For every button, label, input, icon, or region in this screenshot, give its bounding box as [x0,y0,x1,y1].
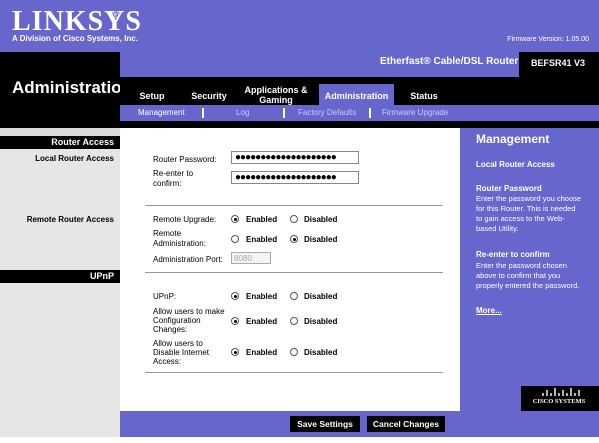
firmware-version: Firmware Version: 1.05.00 [507,36,589,43]
tab-administration[interactable]: Administration [319,91,394,101]
reenter-label-line2: confirm: [153,179,182,188]
subtab-factory-defaults[interactable]: Factory Defaults [298,108,356,117]
allow-config-enabled-radio[interactable] [231,317,239,325]
page-title: Administration [12,78,132,97]
page-bottom [0,437,599,443]
divider [145,205,443,206]
router-password-input[interactable]: ●●●●●●●●●●●●●●●●●●●● [231,151,359,164]
upnp-label: UPnP: [153,292,177,301]
allow-config-label-line3: Changes: [153,325,188,334]
remote-admin-enabled-radio[interactable] [231,235,239,243]
reenter-label-line1: Re-enter to [153,169,194,178]
tab-applications-gaming[interactable]: Applications & Gaming [243,85,309,105]
remote-admin-label-line1: Remote [153,229,182,238]
cancel-changes-button[interactable]: Cancel Changes [367,416,445,432]
help-router-password-title: Router Password [476,184,542,193]
subtab-separator [283,108,285,118]
allow-disable-label-line2: Disable Internet [153,348,210,357]
upnp-enabled-radio[interactable] [231,292,239,300]
subtab-firmware-upgrade[interactable]: Firmware Upgrade [382,108,448,117]
subtab-separator [202,108,204,118]
help-text-line: for this Router. This is needed [476,204,576,213]
enabled-label: Enabled [246,317,278,326]
save-settings-button[interactable]: Save Settings [290,416,360,432]
divider-band [0,121,599,128]
subtab-separator [369,108,371,118]
allow-disable-disabled-radio[interactable] [290,348,298,356]
enabled-label: Enabled [246,348,278,357]
disabled-label: Disabled [304,292,338,301]
remote-admin-disabled-radio[interactable] [290,235,298,243]
allow-disable-label-line1: Allow users to [153,339,203,348]
help-local-router-access: Local Router Access [476,160,555,169]
left-bottom-panel [0,411,120,437]
enabled-label: Enabled [246,215,278,224]
divider [145,272,443,273]
help-text-line: to gain access to the Web- [476,214,565,223]
enabled-label: Enabled [246,292,278,301]
remote-router-access-label: Remote Router Access [26,215,114,224]
admin-port-input[interactable]: 8080 [231,252,271,264]
help-text-line: properly entered the password. [476,281,580,290]
divider [145,372,443,373]
disabled-label: Disabled [304,317,338,326]
remote-upgrade-enabled-radio[interactable] [231,215,239,223]
help-text-line: Enter the password you choose [476,194,582,203]
help-text-line: above to confirm that you [476,271,561,280]
cisco-logo-text: CISCO SYSTEMS [532,398,586,405]
disabled-label: Disabled [304,215,338,224]
help-title: Management [476,132,550,146]
allow-config-disabled-radio[interactable] [290,317,298,325]
disabled-label: Disabled [304,348,338,357]
enabled-label: Enabled [246,235,278,244]
tab-status[interactable]: Status [402,91,446,101]
router-password-label: Router Password: [153,155,217,164]
local-router-access-label: Local Router Access [35,154,114,163]
more-link[interactable]: More... [476,306,502,315]
brand-tagline: A Division of Cisco Systems, Inc. [12,34,138,43]
allow-disable-enabled-radio[interactable] [231,348,239,356]
remote-upgrade-label: Remote Upgrade: [153,215,217,224]
tab-security[interactable]: Security [187,91,231,101]
help-text-line: Enter the password chosen [476,261,567,270]
subtab-log[interactable]: Log [236,108,249,117]
product-name: Etherfast® Cable/DSL Router [380,56,519,67]
help-text-line: based Utility. [476,224,519,233]
reenter-password-input[interactable]: ●●●●●●●●●●●●●●●●●●●● [231,171,359,184]
help-reenter-title: Re-enter to confirm [476,250,550,259]
allow-config-label-line1: Allow users to make [153,307,225,316]
upnp-disabled-radio[interactable] [290,292,298,300]
registered-mark: ® [112,10,119,20]
sub-tab-bar [120,105,599,121]
remote-admin-label-line2: Administration: [153,239,206,248]
upnp-header: UPnP [0,270,120,283]
allow-config-label-line2: Configuration [153,316,201,325]
remote-upgrade-disabled-radio[interactable] [290,215,298,223]
tab-setup[interactable]: Setup [130,91,174,101]
allow-disable-label-line3: Access: [153,357,182,366]
left-spacer [0,128,120,136]
subtab-management[interactable]: Management [138,108,185,117]
admin-port-label: Administration Port: [153,255,223,264]
model-number: BEFSR41 V3 [531,58,586,68]
router-access-header: Router Access [0,136,120,149]
disabled-label: Disabled [304,235,338,244]
